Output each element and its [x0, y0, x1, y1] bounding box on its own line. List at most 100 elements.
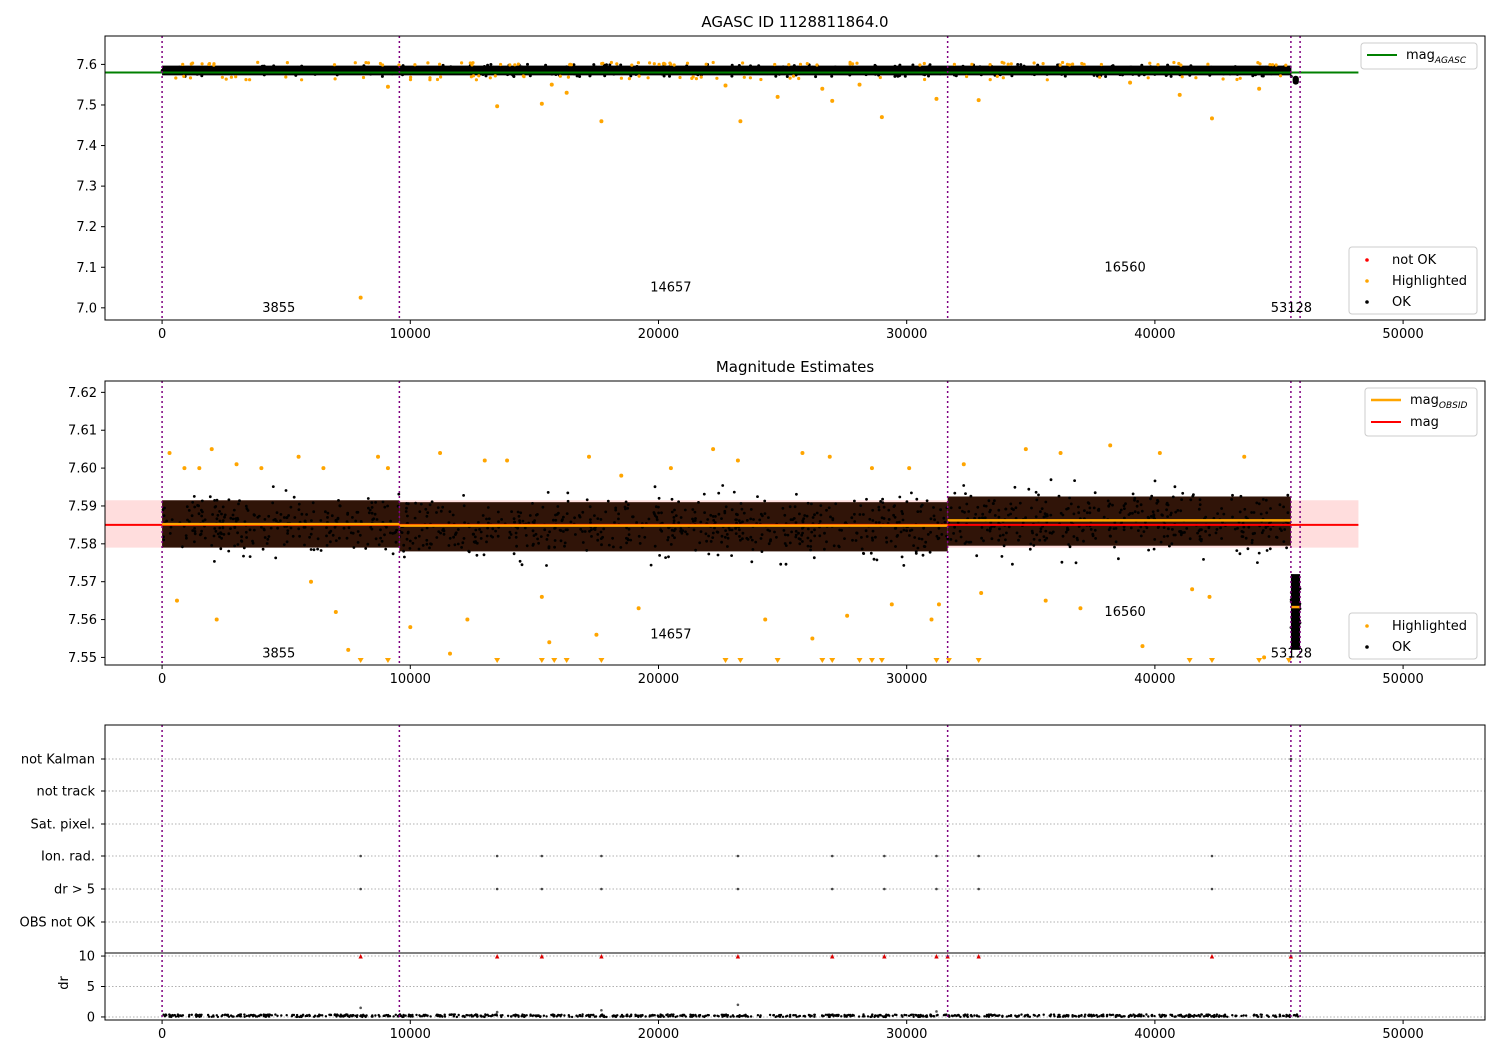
- dr-point: [726, 1014, 730, 1017]
- dr-point: [698, 1013, 702, 1017]
- dr-point: [959, 1015, 962, 1019]
- ok-point: [788, 505, 792, 509]
- ok-point: [627, 527, 631, 531]
- ok-point: [347, 526, 351, 530]
- ok-point: [447, 521, 451, 524]
- highlighted-point: [657, 62, 661, 66]
- ok-point: [1222, 512, 1226, 516]
- highlighted-point: [214, 617, 219, 622]
- highlighted-point: [488, 76, 492, 80]
- ok-point: [528, 514, 532, 517]
- ok-point: [921, 553, 925, 557]
- ok-point: [210, 544, 214, 547]
- ok-point: [721, 484, 725, 487]
- ok-point: [262, 527, 266, 531]
- ok-point: [326, 516, 329, 519]
- ok-point: [316, 537, 320, 541]
- flags-panel: 0 10000 20000 30000 40000 50000 not Kalmannot…: [20, 724, 1486, 1042]
- dr-point: [251, 1014, 254, 1017]
- ok-point: [961, 64, 965, 68]
- ok-point: [1155, 501, 1159, 505]
- ok-point: [553, 545, 556, 549]
- ok-point: [738, 535, 741, 538]
- highlighted-point: [207, 62, 212, 66]
- ok-point: [1039, 527, 1043, 531]
- ok-point: [319, 519, 323, 522]
- ok-point: [1198, 498, 1202, 501]
- dr-point: [348, 1015, 351, 1018]
- highlighted-point: [1140, 644, 1145, 649]
- ok-point: [635, 521, 638, 524]
- highlighted-point: [1157, 450, 1162, 455]
- ok-point: [1198, 503, 1202, 506]
- dr-point: [731, 1014, 735, 1017]
- ok-point: [188, 520, 191, 523]
- highlighted-point: [934, 96, 939, 101]
- ok-point: [1254, 73, 1257, 77]
- ok-point: [1145, 526, 1149, 530]
- dr-point: [313, 1014, 317, 1017]
- ok-point: [386, 504, 389, 508]
- highlighted-point: [1006, 62, 1010, 66]
- ok-point: [1039, 530, 1042, 533]
- ok-point: [617, 517, 620, 521]
- ok-point: [1209, 65, 1213, 69]
- ok-point: [781, 65, 785, 69]
- ok-point: [524, 534, 528, 537]
- ok-point: [1094, 537, 1097, 540]
- highlighted-point: [1148, 61, 1152, 65]
- dr-point: [944, 1013, 948, 1017]
- ok-point: [435, 536, 439, 539]
- highlighted-point: [627, 77, 632, 81]
- ok-point: [486, 506, 490, 509]
- ok-point: [456, 528, 460, 531]
- ok-point: [1200, 538, 1203, 541]
- highlighted-point: [918, 63, 922, 67]
- ok-point: [853, 512, 856, 516]
- dr-point: [1293, 1013, 1296, 1017]
- ok-point: [1072, 535, 1076, 538]
- ok-point: [1108, 526, 1112, 530]
- ok-point: [1093, 528, 1097, 532]
- ok-point: [1077, 505, 1080, 509]
- dr-point: [950, 1014, 953, 1017]
- ok-point: [1170, 542, 1174, 546]
- dr-tick-label: 10: [78, 950, 95, 965]
- ok-point: [1167, 527, 1170, 531]
- ok-point: [1256, 561, 1259, 564]
- ok-point: [1160, 513, 1164, 517]
- dr-point: [1179, 1013, 1183, 1016]
- ok-point: [914, 550, 918, 553]
- dr-point: [1240, 1014, 1243, 1018]
- ok-point: [794, 533, 798, 537]
- ok-point: [435, 511, 438, 514]
- ok-point: [401, 73, 404, 77]
- dr-point: [291, 1013, 294, 1017]
- ok-point: [243, 520, 247, 523]
- panel1-x-tick-label: 40000: [1134, 327, 1175, 342]
- dr-point: [392, 1015, 395, 1018]
- dr-point: [264, 1013, 268, 1017]
- ok-point: [943, 520, 947, 524]
- dr-point: [487, 1014, 490, 1018]
- ok-point: [887, 518, 891, 521]
- highlighted-point: [1009, 62, 1013, 66]
- ok-point: [653, 514, 657, 517]
- ok-point: [952, 532, 955, 535]
- ok-point: [566, 528, 569, 532]
- ok-point: [898, 63, 902, 67]
- dr-point: [473, 1014, 476, 1017]
- ok-point: [673, 527, 677, 531]
- dr-point: [1223, 1013, 1227, 1016]
- ok-point: [800, 533, 804, 537]
- ok-point: [236, 531, 240, 535]
- dr-point: [707, 1014, 710, 1017]
- obsid-label: 16560: [1104, 260, 1145, 275]
- highlighted-point: [652, 62, 656, 66]
- ok-point: [227, 498, 231, 502]
- ok-point: [401, 64, 405, 68]
- ok-point: [998, 527, 1001, 531]
- ok-point: [989, 508, 992, 512]
- ok-point: [212, 534, 216, 538]
- ok-point: [1139, 525, 1143, 529]
